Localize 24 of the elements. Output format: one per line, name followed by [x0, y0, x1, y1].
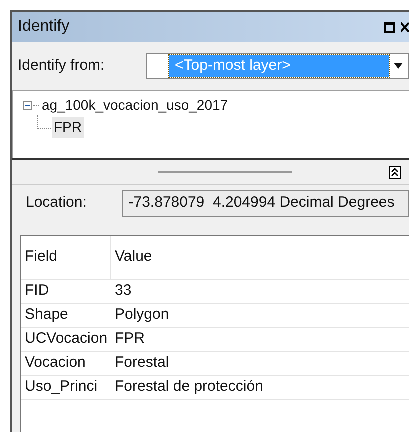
- table-cell-text: Uso_Princi: [24, 377, 99, 398]
- identify-from-label: Identify from:: [18, 56, 106, 76]
- table-cell-text: FID: [24, 281, 50, 302]
- table-cell-text: Forestal: [114, 353, 170, 374]
- table-cell-text: FPR: [114, 329, 146, 350]
- location-label: Location:: [26, 193, 88, 214]
- location-field: -73.878079 4.204994 Decimal Degrees: [122, 190, 409, 217]
- close-icon[interactable]: [401, 22, 409, 32]
- table-cell-text: Forestal de protección: [114, 377, 264, 398]
- column-header[interactable]: Field: [21, 236, 111, 279]
- tree-item[interactable]: FPR: [52, 116, 84, 138]
- table-cell-text: 33: [114, 281, 133, 302]
- dropdown-arrow-icon[interactable]: [394, 63, 403, 69]
- table-cell-text: Shape: [24, 305, 70, 326]
- table-cell-text: Polygon: [114, 305, 170, 326]
- collapse-icon[interactable]: [23, 100, 32, 110]
- tree-item[interactable]: ag_100k_vocacion_uso_2017: [40, 94, 230, 116]
- window-title: Identify: [18, 17, 70, 37]
- collapse-up-icon[interactable]: [389, 166, 401, 179]
- splitter-handle[interactable]: [158, 171, 292, 173]
- column-header[interactable]: Value: [111, 236, 409, 279]
- maximize-icon[interactable]: [384, 22, 395, 32]
- table-cell-text: UCVocacion: [24, 329, 109, 350]
- table-cell-text: Vocacion: [24, 353, 87, 374]
